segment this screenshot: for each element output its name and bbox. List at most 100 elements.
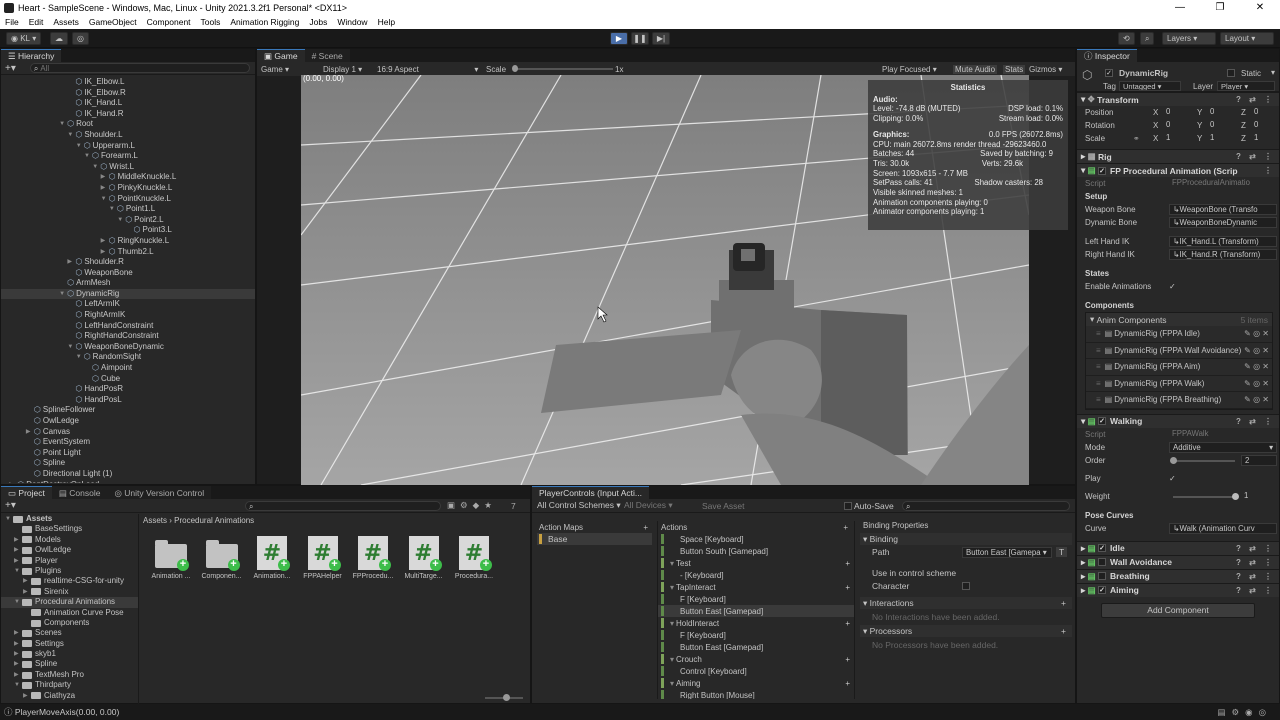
wall-avoidance-checkbox[interactable] [1098,558,1107,566]
hierarchy-item[interactable]: ▶ ⬡ Shoulder.R [1,257,255,268]
project-folder-item[interactable]: ▶ Player [1,556,138,566]
component-menu-icons[interactable]: ⋮ [1264,166,1275,175]
menu-edit[interactable]: Edit [24,15,49,29]
hierarchy-item[interactable]: ⬡ EventSystem [1,437,255,448]
expand-arrow-icon[interactable]: ▶ [14,670,22,680]
breathing-checkbox[interactable] [1098,572,1107,580]
expand-arrow-icon[interactable]: ▼ [76,352,84,363]
tag-dropdown[interactable]: Untagged ▾ [1119,81,1181,91]
tab-version-control[interactable]: ◎ Unity Version Control [107,486,212,499]
asset-item[interactable]: + Componen... [200,536,244,580]
hierarchy-search-input[interactable]: ⌕ All [29,63,250,73]
layout-dropdown[interactable]: Layout ▾ [1220,32,1274,45]
tab-inspector[interactable]: ⓘ Inspector [1077,49,1137,62]
add-action-icon[interactable]: + [843,523,848,532]
stats-toggle[interactable]: Stats [1003,64,1026,74]
hierarchy-item[interactable]: ⬡ Point3.L [1,225,255,236]
hierarchy-item[interactable]: ⬡ RightArmIK [1,310,255,321]
project-folder-item[interactable]: ▼ Assets [1,514,138,524]
action-item[interactable]: ▾ HoldInteract + [658,617,854,629]
history-button[interactable]: ⟲ [1118,32,1135,45]
devices-dropdown[interactable]: All Devices ▾ [624,500,673,511]
item-action-icons[interactable]: ✎ ◎ ✕ [1242,362,1269,372]
component-menu-icons[interactable]: ? ⇄ ⋮ [1236,586,1275,595]
hierarchy-item[interactable]: ⬡ HandPosL [1,395,255,406]
expand-arrow-icon[interactable]: ▾ [670,679,674,688]
add-binding-icon[interactable]: + [845,583,850,592]
expand-arrow-icon[interactable]: ▶ [26,427,34,438]
dynamic-bone-field[interactable]: ↳WeaponBoneDynamic [1169,217,1277,228]
zoom-slider-thumb[interactable] [503,694,510,701]
menu-component[interactable]: Component [142,15,196,29]
pos-y-field[interactable]: 0 [1207,107,1243,118]
component-menu-icons[interactable]: ? ⇄ ⋮ [1236,572,1275,581]
binding-item[interactable]: - [Keyboard] [658,569,854,581]
close-button[interactable]: ✕ [1240,0,1280,15]
tab-console[interactable]: ▤ Console [51,486,108,499]
display-dropdown[interactable]: Display 1 ▾ [323,65,362,74]
project-folder-item[interactable]: ▶ TextMesh Pro [1,670,138,680]
tab-scene[interactable]: # Scene [304,49,350,62]
anim-component-item[interactable]: ≡ ▤ DynamicRig (FPPA Aim) ✎ ◎ ✕ [1086,359,1272,376]
interactions-section[interactable]: ▾ Interactions + [860,597,1072,609]
scl-x-field[interactable]: 1 [1163,133,1199,144]
hierarchy-item[interactable]: ⬡ Point Light [1,448,255,459]
tab-project[interactable]: ▭ Project [1,486,52,499]
expand-arrow-icon[interactable]: ▼ [14,566,22,576]
rot-x-field[interactable]: 0 [1163,120,1199,131]
expand-arrow-icon[interactable]: ▼ [59,119,67,130]
expand-arrow-icon[interactable]: ▼ [5,514,13,524]
action-item[interactable]: ▾ Aiming + [658,677,854,689]
search-button[interactable]: ⌕ [1140,32,1155,45]
mute-audio-toggle[interactable]: Mute Audio [953,64,998,74]
hierarchy-item[interactable]: ⬡ ArmMesh [1,278,255,289]
breathing-header[interactable]: ▸ ▤ Breathing ? ⇄ ⋮ [1077,568,1279,583]
hierarchy-item[interactable]: ▶ ⬡ MiddleKnuckle.L [1,172,255,183]
binding-section[interactable]: ▾ Binding [860,533,1072,545]
hierarchy-item[interactable]: ⬡ OwlLedge [1,416,255,427]
menu-jobs[interactable]: Jobs [304,15,332,29]
play-checkbox[interactable]: ✓ [1169,474,1176,483]
project-folder-item[interactable]: BaseSettings [1,524,138,534]
add-binding-icon[interactable]: + [845,619,850,628]
expand-arrow-icon[interactable]: ▼ [14,597,22,607]
hierarchy-item[interactable]: ▶ ⬡ RingKnuckle.L [1,236,255,247]
hierarchy-item[interactable]: ⬡ SplineFollower [1,405,255,416]
add-component-button[interactable]: Add Component [1101,602,1255,618]
add-object-button[interactable]: +▾ [5,63,16,74]
project-folder-item[interactable]: Components [1,618,138,628]
fp-enabled-checkbox[interactable]: ✓ [1098,166,1107,175]
action-map-base[interactable]: Base [537,533,652,545]
project-folder-item[interactable]: ▶ Spline [1,659,138,669]
project-search-input[interactable]: ⌕ [245,501,441,511]
game-mode-dropdown[interactable]: Game ▾ [261,65,289,74]
component-menu-icons[interactable]: ? ⇄ ⋮ [1236,558,1275,567]
add-interaction-icon[interactable]: + [1061,598,1066,608]
menu-help[interactable]: Help [373,15,400,29]
project-folder-item[interactable]: ▼ Thirdparty [1,680,138,690]
filter-icons[interactable]: ▣⚙◆★ [447,500,497,511]
left-ik-field[interactable]: ↳IK_Hand.L (Transform) [1169,236,1277,247]
expand-arrow-icon[interactable]: ▶ [14,639,22,649]
expand-arrow-icon[interactable]: ▼ [92,162,100,173]
expand-arrow-icon[interactable]: ▶ [14,628,22,638]
step-button[interactable]: ▶| [652,32,670,45]
expand-arrow-icon[interactable]: ▾ [670,655,674,664]
aiming-enabled-checkbox[interactable]: ✓ [1098,586,1107,594]
expand-arrow-icon[interactable]: ▶ [67,257,75,268]
drag-handle-icon[interactable]: ≡ [1096,362,1101,371]
hierarchy-item[interactable]: ▼ ⬡ Point2.L [1,215,255,226]
expand-arrow-icon[interactable]: ▾ [670,619,674,628]
expand-arrow-icon[interactable]: ▶ [14,545,22,555]
pause-button[interactable]: ❚❚ [631,32,649,45]
expand-arrow-icon[interactable]: ▶ [101,183,109,194]
fp-procedural-header[interactable]: ▾ ▤ ✓ FP Procedural Animation (Scrip ⋮ [1077,163,1279,177]
hierarchy-item[interactable]: ⬡ HandPosR [1,384,255,395]
weight-field[interactable]: 1 [1241,491,1277,502]
actions-search-input[interactable]: ⌕ [902,501,1070,511]
binding-item[interactable]: Control [Keyboard] [658,665,854,677]
add-map-icon[interactable]: + [643,523,648,532]
hierarchy-item[interactable]: ▼ ⬡ Upperarm.L [1,141,255,152]
action-item[interactable]: ▾ Crouch + [658,653,854,665]
control-schemes-dropdown[interactable]: All Control Schemes ▾ [537,500,621,511]
